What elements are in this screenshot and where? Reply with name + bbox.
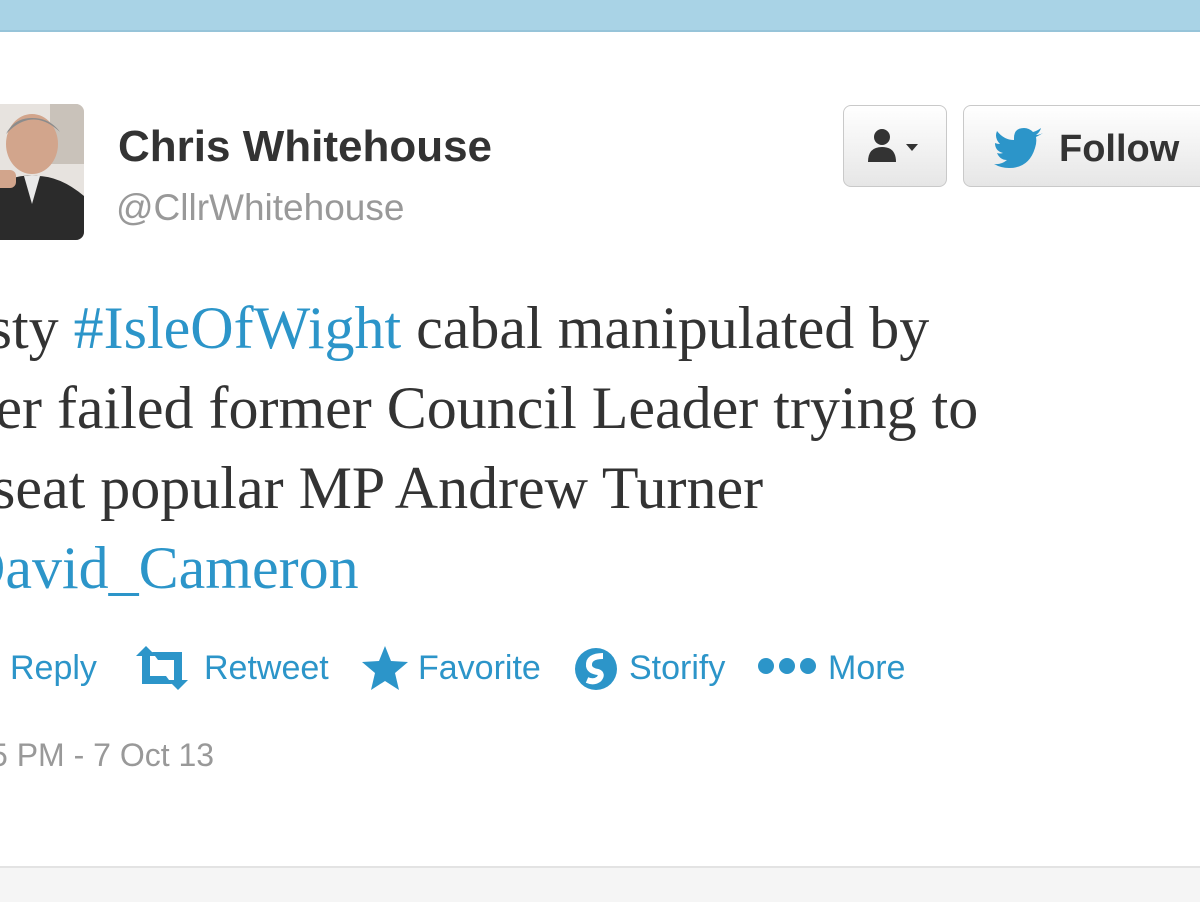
more-label: More (828, 649, 906, 687)
caret-down-icon (906, 144, 918, 151)
tweet-text-segment: tter failed former Council Leader trying… (0, 375, 979, 441)
follow-label: Follow (1059, 128, 1180, 170)
retweet-icon (136, 646, 188, 690)
hashtag-link[interactable]: David_Cameron (0, 535, 359, 601)
tweet-line: tter failed former Council Leader trying… (0, 368, 1200, 448)
user-handle[interactable]: @CllrWhitehouse (116, 187, 404, 229)
user-actions-button[interactable] (843, 105, 947, 187)
storify-label: Storify (629, 649, 726, 687)
tweet-text-segment: asty (0, 295, 59, 361)
tweet-text-segment: cabal manipulated by (401, 295, 930, 361)
tweet-text: asty #IsleOfWight cabal manipulated by tt… (0, 288, 1200, 608)
follow-button[interactable]: Follow (963, 105, 1200, 187)
retweet-label: Retweet (204, 649, 329, 687)
user-name[interactable]: Chris Whitehouse (118, 122, 492, 172)
tweet-line: nseat popular MP Andrew Turner (0, 448, 1200, 528)
reply-label: Reply (10, 649, 97, 687)
tweet-text-segment: nseat popular MP Andrew Turner (0, 455, 764, 521)
storify-icon (575, 648, 617, 690)
hashtag-link[interactable]: #IsleOfWight (74, 295, 402, 361)
tweet-timestamp[interactable]: 5 PM - 7 Oct 13 (0, 737, 214, 774)
bottom-bar (0, 866, 1200, 902)
more-icon (758, 658, 816, 674)
person-icon (868, 129, 918, 162)
top-bar (0, 0, 1200, 32)
favorite-label: Favorite (418, 649, 541, 687)
twitter-bird-icon (994, 128, 1043, 168)
avatar[interactable] (0, 104, 84, 240)
tweet-line: David_Cameron (0, 528, 1200, 608)
star-icon (362, 646, 408, 690)
tweet-line: asty #IsleOfWight cabal manipulated by (0, 288, 1200, 368)
